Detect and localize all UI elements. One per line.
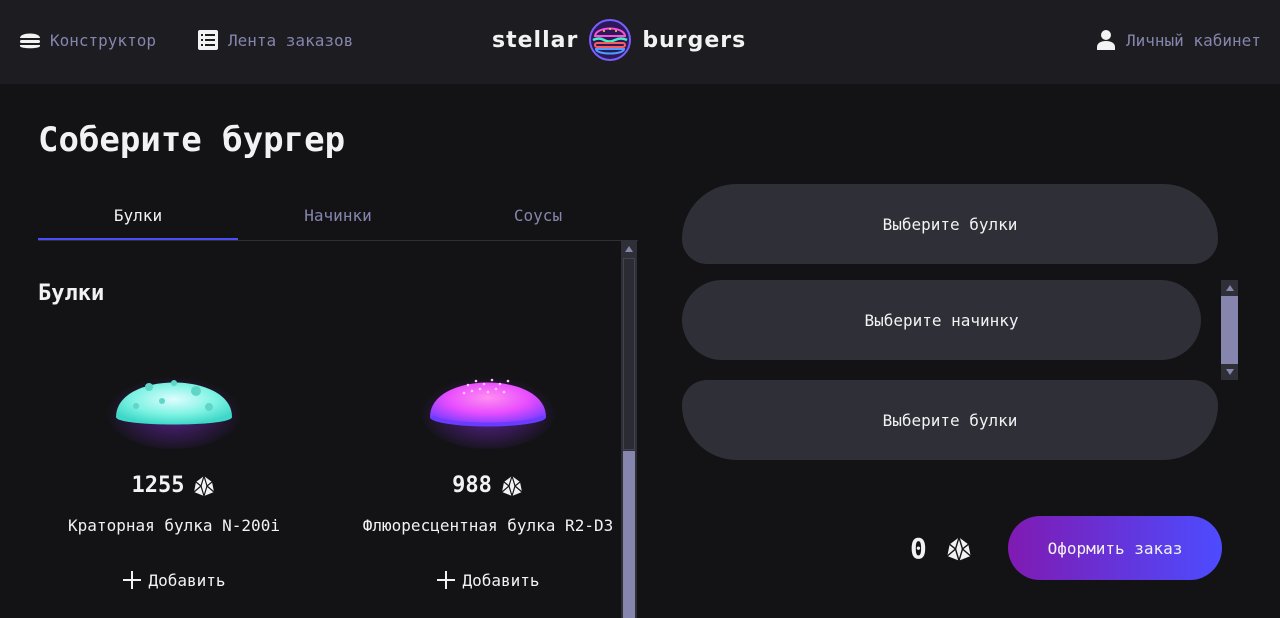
page-title: Соберите бургер [38,120,346,160]
plus-icon [437,571,456,589]
nav-account-label: Личный кабинет [1126,30,1261,50]
ingredient-image [418,351,558,451]
ingredient-price: 988 [352,473,624,498]
filling-placeholder: Выберите начинку [682,280,1201,360]
nav-order-feed-label: Лента заказов [228,30,354,50]
app-header: Конструктор Лента заказов stellar burger… [0,0,1280,84]
order-total: 0 [910,532,973,565]
bottom-bun-placeholder: Выберите булки [682,380,1218,460]
ingredients-list: Булки 1255 Краторная булка N-200i Добави… [38,241,638,618]
tab-buns[interactable]: Булки [38,192,238,240]
tab-fillings[interactable]: Начинки [238,192,438,239]
burger-logo-icon [588,18,632,62]
add-button-label: Добавить [148,570,226,590]
add-ingredient-button[interactable]: Добавить [352,570,624,590]
scroll-up-arrow-icon[interactable] [621,241,637,257]
burger-icon [18,28,42,52]
scrollbar-track[interactable] [623,451,635,618]
nav-order-feed[interactable]: Лента заказов [196,28,353,52]
price-value: 1255 [131,473,185,498]
add-button-label: Добавить [462,570,540,590]
logo-text-right: burgers [642,27,747,53]
place-order-button[interactable]: Оформить заказ [1008,516,1222,580]
ingredient-price: 1255 [38,473,310,498]
ingredient-card[interactable]: 1255 Краторная булка N-200i Добавить [38,351,310,611]
currency-icon [500,473,524,498]
total-value: 0 [910,532,927,565]
plus-icon [123,571,142,589]
ingredients-scrollbar[interactable] [621,241,637,618]
scroll-up-arrow-icon[interactable] [1221,280,1238,296]
tab-sauces[interactable]: Соусы [438,192,638,239]
ingredient-image [104,351,244,451]
logo[interactable]: stellar burgers [492,16,746,64]
nav-constructor[interactable]: Конструктор [18,28,156,52]
list-icon [196,28,220,52]
nav-constructor-label: Конструктор [50,30,156,50]
scrollbar-thumb[interactable] [623,258,635,450]
currency-icon [192,473,216,498]
nav-account[interactable]: Личный кабинет [1094,28,1261,52]
constructor-scrollbar[interactable] [1221,280,1238,380]
ingredient-card[interactable]: 988 Флюоресцентная булка R2-D3 Добавить [352,351,624,611]
section-title-buns: Булки [38,281,105,306]
price-value: 988 [452,473,492,498]
ingredient-name: Краторная булка N-200i [68,516,280,535]
logo-text-left: stellar [492,27,579,53]
add-ingredient-button[interactable]: Добавить [38,570,310,590]
ingredient-name: Флюоресцентная булка R2-D3 [362,516,614,535]
profile-icon [1094,28,1118,52]
ingredient-tabs: Булки Начинки Соусы [38,192,638,241]
top-bun-placeholder: Выберите булки [682,184,1218,264]
scroll-down-arrow-icon[interactable] [1221,364,1238,380]
currency-icon [945,534,973,563]
